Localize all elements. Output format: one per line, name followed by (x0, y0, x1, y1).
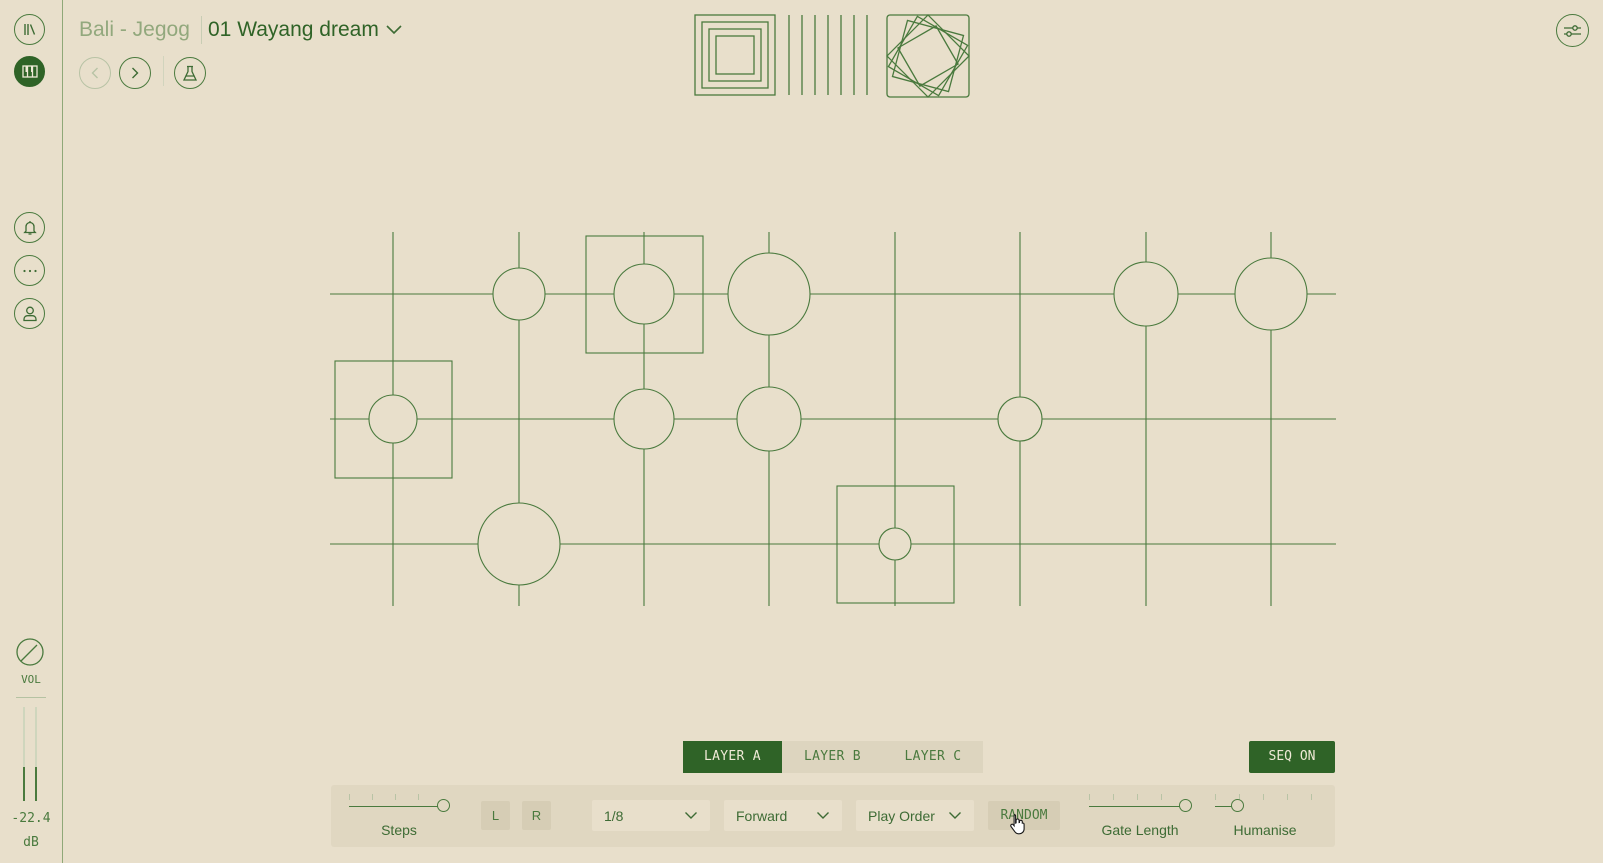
chevron-left-icon (91, 67, 98, 79)
layer-tabs: LAYER A LAYER B LAYER C (683, 741, 983, 773)
preset-name[interactable]: 01 Wayang dream (208, 18, 379, 42)
chevron-down-icon (817, 812, 829, 819)
step-note[interactable] (613, 263, 675, 325)
order-dropdown[interactable]: Play Order (856, 800, 974, 831)
step-note[interactable] (997, 396, 1043, 442)
volume-knob-icon (16, 638, 44, 666)
slider-track (1089, 806, 1183, 807)
chevron-right-icon (132, 67, 139, 79)
slider-tick (1089, 794, 1090, 800)
settings-button[interactable] (1556, 14, 1589, 47)
sliders-icon (1564, 24, 1581, 37)
step-note[interactable] (477, 502, 561, 586)
direction-value: Forward (736, 808, 788, 824)
nav-divider (163, 56, 164, 86)
volume-divider (16, 697, 46, 698)
rate-value: 1/8 (604, 808, 624, 824)
level-meter-left-fill (23, 767, 25, 801)
slider-tick (1113, 794, 1114, 800)
step-note[interactable] (368, 394, 418, 444)
step-note[interactable] (878, 527, 912, 561)
sequencer-controls: Steps L R 1/8 Forward Play Order RANDOM … (331, 785, 1335, 847)
sequencer-grid[interactable] (330, 225, 1336, 609)
library-icon (24, 24, 36, 35)
slider-knob[interactable] (1231, 799, 1244, 812)
rate-dropdown[interactable]: 1/8 (592, 800, 710, 831)
tab-layer-b[interactable]: LAYER B (782, 741, 883, 773)
notifications-button[interactable] (14, 212, 45, 243)
gate-length-slider[interactable] (1089, 785, 1192, 825)
more-horizontal-icon (22, 269, 37, 272)
step-note[interactable] (1234, 257, 1308, 331)
slider-tick (372, 794, 373, 800)
steps-label: Steps (381, 822, 417, 838)
slider-tick (418, 794, 419, 800)
sidebar: VOL -22.4 dB (0, 0, 63, 863)
hand-cursor-icon (1010, 813, 1025, 835)
order-value: Play Order (868, 808, 935, 824)
volume-knob[interactable] (15, 637, 45, 667)
slider-knob[interactable] (437, 799, 450, 812)
app-logo (694, 14, 970, 98)
slider-tick (1311, 794, 1312, 800)
slider-tick (1263, 794, 1264, 800)
tab-layer-a[interactable]: LAYER A (683, 741, 782, 773)
left-button[interactable]: L (481, 801, 510, 830)
level-meter-right-fill (35, 767, 37, 801)
slider-tick (1137, 794, 1138, 800)
volume-label: VOL (21, 673, 41, 686)
direction-dropdown[interactable]: Forward (724, 800, 842, 831)
more-button[interactable] (14, 255, 45, 286)
piano-keys-icon (21, 65, 38, 78)
step-note[interactable] (613, 388, 675, 450)
level-meter-left (23, 707, 25, 801)
chevron-down-icon[interactable] (385, 23, 403, 35)
slider-knob[interactable] (1179, 799, 1192, 812)
step-note[interactable] (727, 252, 811, 336)
account-button[interactable] (14, 298, 45, 329)
user-icon (22, 306, 37, 322)
gate-length-label: Gate Length (1101, 822, 1179, 838)
title-divider (201, 16, 202, 44)
slider-track (349, 806, 441, 807)
tab-layer-c[interactable]: LAYER C (883, 741, 983, 773)
level-meter-right (35, 707, 37, 801)
previous-preset-button[interactable] (79, 57, 111, 89)
flask-icon (182, 65, 198, 81)
step-note[interactable] (736, 386, 802, 452)
chevron-down-icon (949, 812, 961, 819)
slider-tick (1215, 794, 1216, 800)
steps-slider[interactable] (349, 785, 450, 825)
instrument-name[interactable]: Bali - Jegog (79, 18, 190, 42)
next-preset-button[interactable] (119, 57, 151, 89)
seq-on-button[interactable]: SEQ ON (1249, 741, 1335, 773)
slider-tick (1161, 794, 1162, 800)
volume-db-value: -22.4 (11, 811, 51, 826)
volume-db-unit: dB (23, 835, 39, 850)
humanise-label: Humanise (1233, 822, 1297, 838)
step-note[interactable] (492, 267, 546, 321)
right-button[interactable]: R (522, 801, 551, 830)
chevron-down-icon (685, 812, 697, 819)
slider-tick (395, 794, 396, 800)
slider-tick (1287, 794, 1288, 800)
humanise-slider[interactable] (1215, 785, 1315, 825)
library-button[interactable] (14, 14, 45, 45)
instrument-button[interactable] (14, 56, 45, 87)
lab-button[interactable] (174, 57, 206, 89)
bell-icon (22, 221, 37, 235)
slider-tick (349, 794, 350, 800)
step-note[interactable] (1113, 261, 1179, 327)
